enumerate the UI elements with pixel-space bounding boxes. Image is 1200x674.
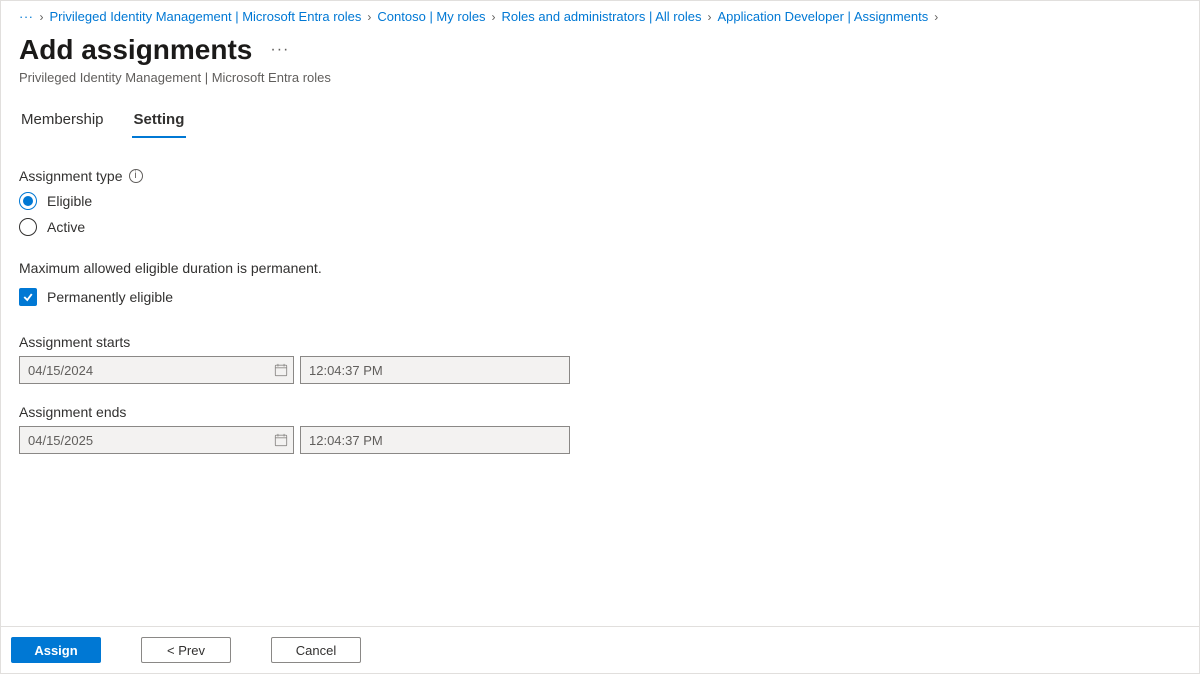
chevron-right-icon: › bbox=[367, 10, 371, 24]
assignment-type-radio-group: Eligible Active bbox=[19, 192, 1181, 236]
info-icon[interactable]: i bbox=[129, 169, 143, 183]
checkbox-checked-icon bbox=[19, 288, 37, 306]
permanently-eligible-checkbox[interactable]: Permanently eligible bbox=[19, 288, 1181, 306]
breadcrumb-link-pim[interactable]: Privileged Identity Management | Microso… bbox=[50, 9, 362, 24]
tab-membership[interactable]: Membership bbox=[19, 103, 106, 138]
chevron-right-icon: › bbox=[492, 10, 496, 24]
page-title: Add assignments bbox=[19, 34, 252, 66]
calendar-icon bbox=[274, 433, 288, 447]
radio-active-label: Active bbox=[47, 219, 85, 235]
radio-active-indicator bbox=[19, 218, 37, 236]
radio-active[interactable]: Active bbox=[19, 218, 1181, 236]
assign-button[interactable]: Assign bbox=[11, 637, 101, 663]
permanently-eligible-label: Permanently eligible bbox=[47, 289, 173, 305]
chevron-right-icon: › bbox=[707, 10, 711, 24]
breadcrumb-link-roles[interactable]: Roles and administrators | All roles bbox=[502, 9, 702, 24]
form-area: Assignment type i Eligible Active Maximu… bbox=[1, 138, 1199, 492]
more-actions-button[interactable]: ··· bbox=[270, 42, 289, 58]
assignment-ends-date-input[interactable] bbox=[19, 426, 294, 454]
assignment-starts-time-input[interactable] bbox=[300, 356, 570, 384]
assignment-ends-block: Assignment ends bbox=[19, 404, 1181, 454]
page-header: Add assignments ··· bbox=[1, 28, 1199, 70]
prev-button[interactable]: < Prev bbox=[141, 637, 231, 663]
assignment-starts-label: Assignment starts bbox=[19, 334, 1181, 350]
radio-eligible[interactable]: Eligible bbox=[19, 192, 1181, 210]
tab-strip: Membership Setting bbox=[1, 103, 1199, 138]
breadcrumb: ··· › Privileged Identity Management | M… bbox=[1, 1, 1199, 28]
page-subtitle: Privileged Identity Management | Microso… bbox=[1, 70, 1199, 103]
chevron-right-icon: › bbox=[40, 10, 44, 24]
tab-setting[interactable]: Setting bbox=[132, 103, 187, 138]
assignment-starts-block: Assignment starts bbox=[19, 334, 1181, 384]
breadcrumb-overflow[interactable]: ··· bbox=[19, 9, 34, 24]
cancel-button[interactable]: Cancel bbox=[271, 637, 361, 663]
assignment-ends-label: Assignment ends bbox=[19, 404, 1181, 420]
assignment-type-label-text: Assignment type bbox=[19, 168, 123, 184]
breadcrumb-link-contoso[interactable]: Contoso | My roles bbox=[377, 9, 485, 24]
duration-note: Maximum allowed eligible duration is per… bbox=[19, 260, 1181, 276]
assignment-type-label: Assignment type i bbox=[19, 168, 1181, 184]
assignment-ends-time-input[interactable] bbox=[300, 426, 570, 454]
breadcrumb-link-appdev[interactable]: Application Developer | Assignments bbox=[717, 9, 928, 24]
calendar-icon bbox=[274, 363, 288, 377]
radio-eligible-label: Eligible bbox=[47, 193, 92, 209]
assignment-starts-date-input[interactable] bbox=[19, 356, 294, 384]
footer-bar: Assign < Prev Cancel bbox=[1, 626, 1199, 673]
radio-eligible-indicator bbox=[19, 192, 37, 210]
chevron-right-icon: › bbox=[934, 10, 938, 24]
